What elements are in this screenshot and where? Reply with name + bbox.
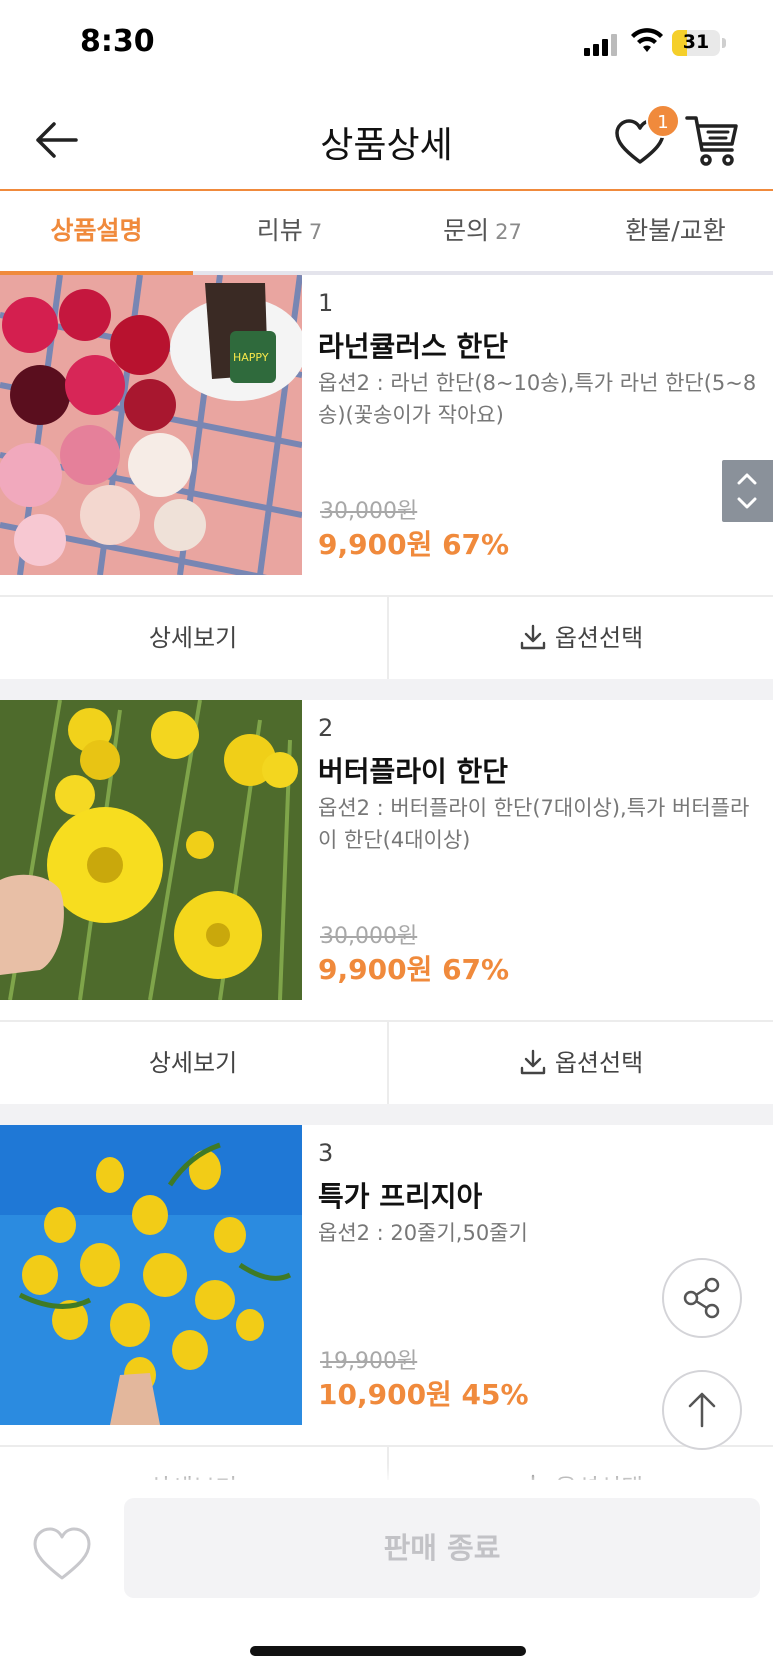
button-label: 옵션선택	[554, 624, 644, 652]
original-price: 30,000원	[320, 499, 418, 524]
product-actions: 상세보기 옵션선택	[0, 1020, 773, 1104]
product-options: 옵션2 : 20줄기,50줄기	[318, 1221, 528, 1245]
tab-label: 리뷰	[256, 216, 303, 245]
sale-price: 9,900원 67%	[318, 953, 510, 986]
button-label: 판매 종료	[383, 1531, 501, 1565]
wishlist-count-badge: 1	[646, 104, 680, 138]
tab-inquiries[interactable]: 문의 27	[386, 191, 579, 275]
product-card: 2 버터플라이 한단 옵션2 : 버터플라이 한단(7대이상),특가 버터플라이…	[0, 700, 773, 1104]
share-button[interactable]	[662, 1258, 742, 1338]
product-actions: 상세보기 옵션선택	[0, 595, 773, 679]
wishlist-heart-icon[interactable]	[32, 1526, 92, 1582]
view-detail-button[interactable]: 상세보기	[0, 597, 386, 679]
battery-level: 31	[682, 31, 710, 53]
status-bar: 8:30 31	[0, 0, 773, 88]
cellular-signal-icon	[584, 32, 620, 56]
product-rank: 1	[318, 289, 334, 317]
tab-label: 문의	[443, 216, 490, 245]
product-options: 옵션2 : 버터플라이 한단(7대이상),특가 버터플라이 한단(4대이상)	[318, 796, 750, 852]
status-time: 8:30	[80, 24, 155, 59]
product-image[interactable]	[0, 700, 302, 1000]
tab-description[interactable]: 상품설명	[0, 191, 193, 275]
button-label: 상세보기	[148, 624, 238, 652]
select-option-button[interactable]: 옵션선택	[387, 597, 773, 679]
button-label: 상세보기	[148, 1049, 238, 1077]
product-image[interactable]: HAPPY	[0, 275, 302, 575]
product-card: 3 특가 프리지아 옵션2 : 20줄기,50줄기 19,900원 10,900…	[0, 1125, 773, 1529]
tab-refund-exchange[interactable]: 환불/교환	[579, 191, 772, 275]
bottom-action-bar: 판매 종료	[0, 1480, 773, 1674]
sold-out-button[interactable]: 판매 종료	[124, 1498, 760, 1598]
wifi-icon	[631, 28, 663, 52]
product-name[interactable]: 버터플라이 한단	[318, 750, 508, 790]
tab-count: 27	[495, 220, 522, 244]
tab-label: 환불/교환	[625, 216, 726, 245]
original-price: 30,000원	[320, 924, 418, 949]
product-card: HAPPY 1 라넌큘러스 한단 옵션2 : 라넌 한단(8~10송),특가 라…	[0, 275, 773, 679]
product-name[interactable]: 특가 프리지아	[318, 1175, 482, 1215]
view-detail-button[interactable]: 상세보기	[0, 1022, 386, 1104]
home-indicator[interactable]	[250, 1646, 526, 1656]
tab-reviews[interactable]: 리뷰 7	[193, 191, 386, 275]
svg-text:HAPPY: HAPPY	[233, 351, 269, 364]
battery-icon: 31	[672, 30, 720, 56]
product-name[interactable]: 라넌큘러스 한단	[318, 325, 508, 365]
section-divider	[0, 1104, 773, 1126]
tab-label: 상품설명	[50, 216, 143, 245]
product-rank: 2	[318, 714, 334, 742]
scroll-up-down-control[interactable]	[722, 460, 773, 522]
detail-tabs: 상품설명 리뷰 7 문의 27 환불/교환	[0, 191, 773, 275]
scroll-to-top-button[interactable]	[662, 1370, 742, 1450]
section-divider	[0, 679, 773, 701]
sale-price: 10,900원 45%	[318, 1378, 529, 1411]
product-options: 옵션2 : 라넌 한단(8~10송),특가 라넌 한단(5~8송)(꽃송이가 작…	[318, 371, 757, 427]
arrow-up-icon	[688, 1392, 716, 1428]
select-option-button[interactable]: 옵션선택	[387, 1022, 773, 1104]
sale-price: 9,900원 67%	[318, 528, 510, 561]
share-icon	[683, 1277, 720, 1319]
original-price: 19,900원	[320, 1349, 418, 1374]
button-label: 옵션선택	[554, 1049, 644, 1077]
product-rank: 3	[318, 1139, 334, 1167]
download-icon	[520, 1049, 546, 1075]
app-header: 상품상세 1	[0, 88, 773, 191]
tab-count: 7	[308, 220, 323, 244]
cart-icon[interactable]	[684, 112, 740, 170]
chevron-up-down-icon	[737, 473, 757, 509]
product-image[interactable]	[0, 1125, 302, 1425]
download-icon	[520, 624, 546, 650]
